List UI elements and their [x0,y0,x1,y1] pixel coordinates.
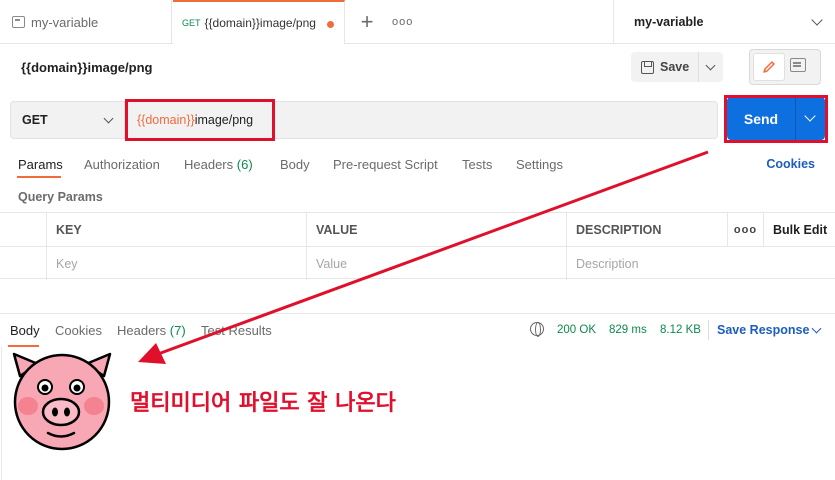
annotation-caption: 멀티미디어 파일도 잘 나온다 [130,391,396,416]
annotation-arrow [138,150,709,364]
arrow-line [157,150,709,356]
